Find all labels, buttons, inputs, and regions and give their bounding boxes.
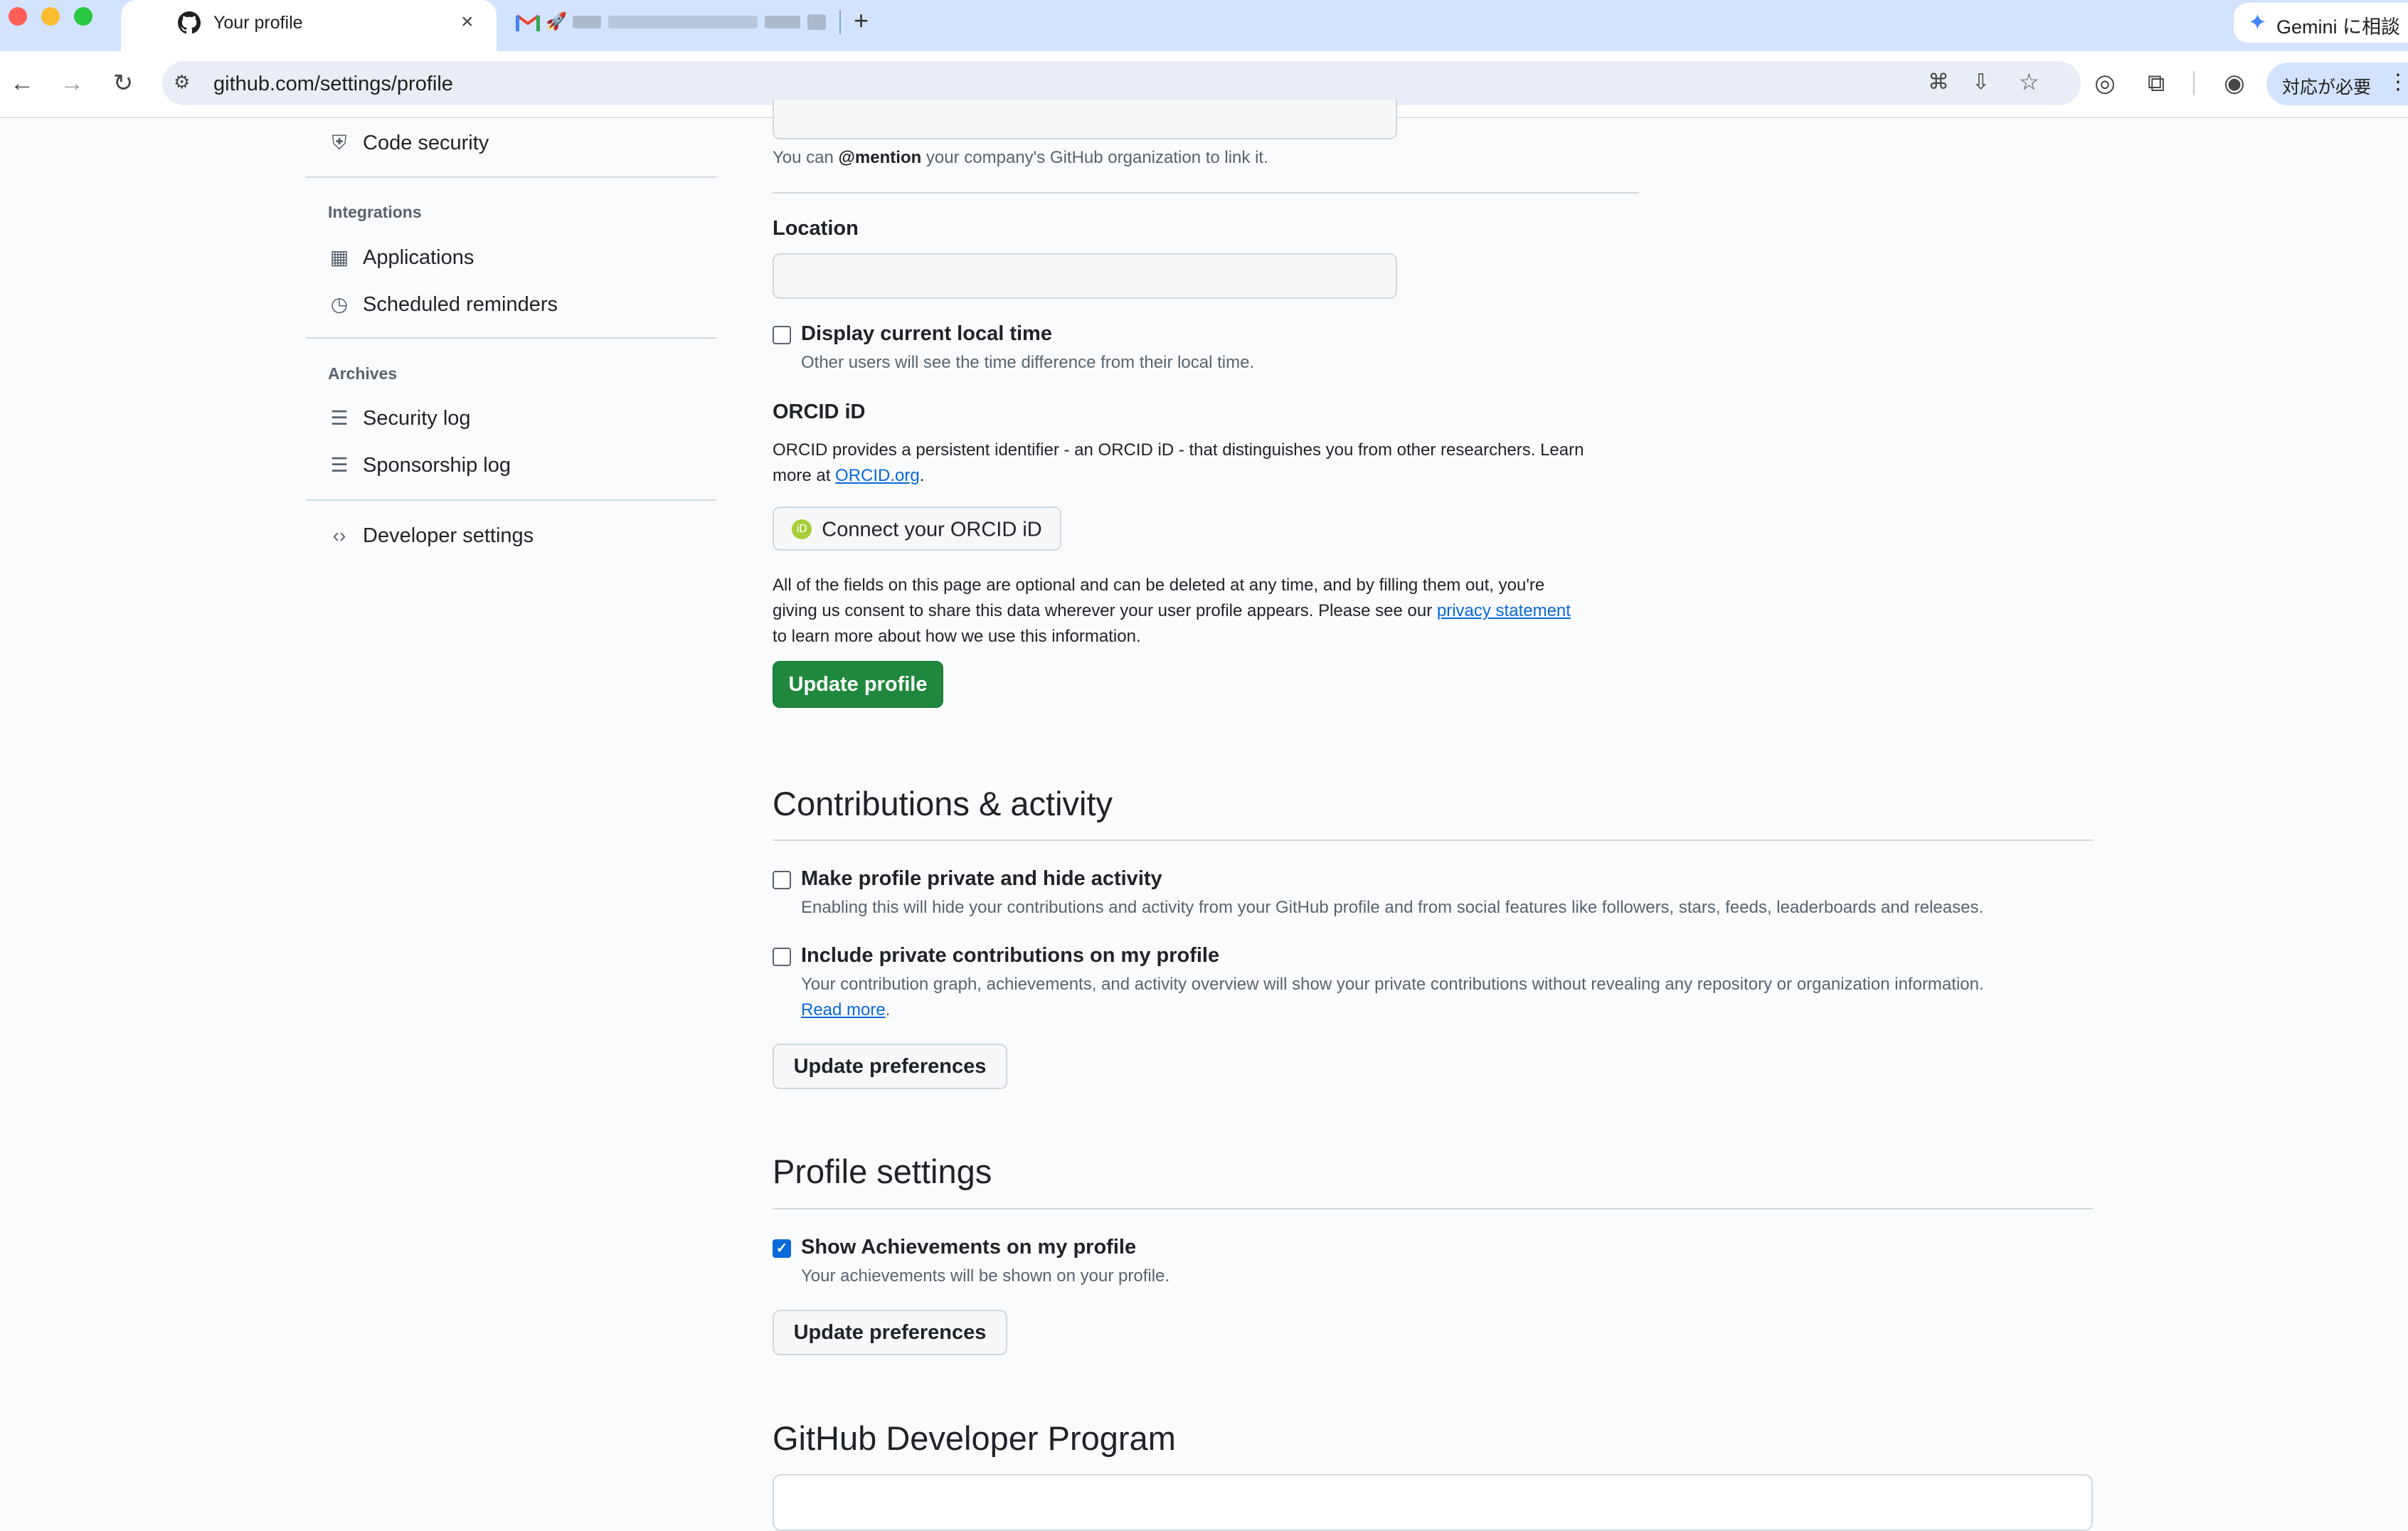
orcid-icon: iD [792, 519, 812, 540]
blurred-tab-title [608, 16, 758, 28]
sidebar-divider [306, 499, 716, 501]
gemini-sparkle-icon: ✦ [2248, 9, 2267, 35]
company-input[interactable] [773, 100, 1397, 139]
gemini-button[interactable]: ✦ Gemini に相談 [2234, 3, 2408, 43]
tab-separator [839, 10, 841, 34]
orcid-description: ORCID provides a persistent identifier -… [773, 440, 1584, 485]
sidebar-divider [306, 176, 716, 178]
tab-title: Your profile [213, 13, 303, 33]
update-preferences-button[interactable]: Update preferences [773, 1310, 1007, 1355]
url-text: github.com/settings/profile [213, 73, 453, 95]
include-private-contributions-checkbox[interactable] [773, 948, 791, 966]
orcid-heading: ORCID iD [773, 401, 866, 423]
code-brackets-icon: ‹› [332, 524, 346, 546]
connect-orcid-button[interactable]: iD Connect your ORCID iD [773, 507, 1061, 551]
connect-orcid-label: Connect your ORCID iD [822, 518, 1042, 541]
site-info-icon[interactable]: ⚙ [174, 71, 190, 93]
action-required-chip[interactable]: 対応が必要 ⋮ [2266, 63, 2408, 105]
github-logo-icon [178, 11, 201, 34]
form-divider [773, 192, 1639, 194]
rocket-icon: 🚀 [546, 12, 567, 31]
update-preferences-button[interactable]: Update preferences [773, 1044, 1007, 1089]
shield-icon: ⛨ [332, 132, 347, 154]
privacy-statement-link[interactable]: privacy statement [1437, 601, 1571, 620]
sidebar-item-security-log[interactable]: Security log [363, 407, 471, 430]
log-icon: ☰ [330, 407, 349, 429]
orcid-link[interactable]: ORCID.org [835, 466, 920, 485]
log-icon: ☰ [330, 454, 349, 476]
maximize-window-button[interactable] [74, 7, 92, 26]
sidebar-item-sponsorship-log[interactable]: Sponsorship log [363, 454, 511, 477]
tab-gmail[interactable]: 🚀 [502, 0, 871, 44]
profile-avatar-icon[interactable]: ◉ [2217, 65, 2252, 101]
private-profile-label[interactable]: Make profile private and hide activity [801, 867, 1162, 891]
consent-text: All of the fields on this page are optio… [773, 576, 1571, 646]
kebab-menu-icon[interactable]: ⋮ [2387, 70, 2408, 95]
sidebar-divider [306, 337, 716, 339]
section-divider [773, 1208, 2093, 1209]
display-local-time-checkbox[interactable] [773, 326, 791, 344]
show-achievements-label[interactable]: Show Achievements on my profile [801, 1236, 1136, 1259]
back-arrow-icon[interactable]: ← [4, 65, 40, 101]
profile-settings-section-title: Profile settings [773, 1153, 992, 1190]
company-hint: You can @mention your company's GitHub o… [773, 148, 1268, 167]
read-more-row: Read more. [801, 1000, 891, 1019]
show-achievements-checkbox[interactable]: ✓ [773, 1239, 791, 1258]
gemini-label: Gemini に相談 [2276, 16, 2401, 38]
blurred-tab-badge [807, 14, 826, 30]
include-private-contributions-desc: Your contribution graph, achievements, a… [801, 975, 1984, 994]
close-tab-icon[interactable]: × [461, 10, 474, 34]
include-private-contributions-label[interactable]: Include private contributions on my prof… [801, 944, 1219, 968]
forward-arrow-icon[interactable]: → [54, 65, 90, 101]
location-label: Location [773, 217, 859, 240]
private-profile-checkbox[interactable] [773, 871, 791, 889]
sidebar-heading-integrations: Integrations [328, 203, 422, 221]
contributions-section-title: Contributions & activity [773, 785, 1113, 822]
section-divider [773, 839, 2093, 841]
sidebar-item-scheduled-reminders[interactable]: Scheduled reminders [363, 293, 558, 317]
address-bar[interactable]: ⚙ github.com/settings/profile ⌘ ⇩ ☆ [162, 61, 2081, 105]
minimize-window-button[interactable] [41, 7, 60, 26]
bookmark-star-icon[interactable]: ☆ [2019, 68, 2040, 95]
toolbar-separator [2193, 71, 2195, 95]
new-tab-plus-icon[interactable]: + [854, 6, 869, 36]
developer-program-section-title: GitHub Developer Program [773, 1419, 1176, 1457]
sidebar-item-applications[interactable]: Applications [363, 246, 474, 270]
location-input[interactable] [773, 253, 1397, 299]
private-profile-desc: Enabling this will hide your contributio… [801, 898, 1984, 917]
action-required-label: 対応が必要 [2282, 78, 2372, 97]
display-local-time-label[interactable]: Display current local time [801, 322, 1052, 346]
show-achievements-desc: Your achievements will be shown on your … [801, 1266, 1170, 1286]
blurred-tab-title [765, 16, 800, 28]
sidebar-heading-archives: Archives [328, 364, 398, 383]
password-manager-icon[interactable]: ◎ [2087, 65, 2123, 101]
reload-icon[interactable]: ↻ [105, 65, 141, 101]
update-profile-button[interactable]: Update profile [773, 661, 943, 708]
tab-your-profile[interactable]: Your profile × [121, 0, 497, 51]
blurred-tab-title [573, 16, 601, 28]
translate-icon[interactable]: ⌘ [1928, 70, 1949, 95]
gmail-icon [516, 14, 540, 31]
extensions-puzzle-icon[interactable]: ⧉ [2138, 65, 2174, 101]
developer-program-box [773, 1474, 2093, 1531]
clock-icon: ◷ [330, 293, 349, 315]
install-app-icon[interactable]: ⇩ [1972, 70, 1990, 95]
read-more-link[interactable]: Read more [801, 1000, 886, 1019]
close-window-button[interactable] [9, 7, 27, 26]
sidebar-item-developer-settings[interactable]: Developer settings [363, 524, 534, 548]
sidebar-item-code-security[interactable]: Code security [363, 132, 489, 155]
apps-grid-icon: ▦ [329, 246, 349, 268]
display-local-time-desc: Other users will see the time difference… [801, 353, 1255, 372]
